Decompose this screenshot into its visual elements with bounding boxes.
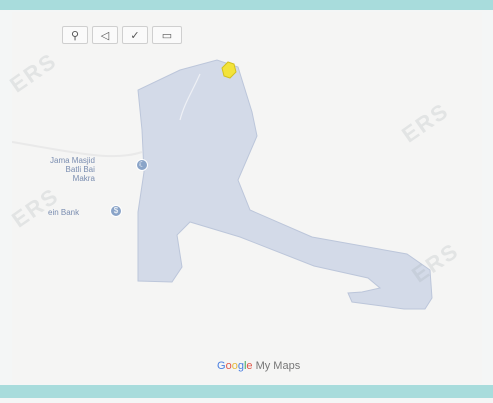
poi-label-line: Makra	[72, 174, 95, 183]
ruler-tool-button[interactable]: ▭	[152, 26, 182, 44]
map-toolbar: ⚲ ◁ ✓ ▭	[62, 26, 182, 44]
poi-label-jama-masjid[interactable]: Jama Masjid Batli Bai Makra	[50, 156, 95, 183]
bank-poi-icon[interactable]: $	[110, 205, 122, 217]
line-tool-button[interactable]: ◁	[92, 26, 118, 44]
poi-label-line: Jama Masjid	[50, 156, 95, 165]
logo-suffix: My Maps	[255, 360, 301, 372]
polygon-draw-icon: ◁	[100, 29, 110, 42]
google-my-maps-logo: Google My Maps	[217, 360, 300, 372]
poi-label-line: Batli Bai	[65, 165, 95, 174]
bottom-accent-bar	[0, 385, 493, 398]
ruler-icon: ▭	[161, 29, 173, 42]
check-measure-icon: ✓	[130, 29, 140, 42]
map-svg	[12, 59, 433, 310]
top-accent-bar	[0, 0, 493, 10]
location-pin-icon: ⚲	[70, 29, 80, 42]
measure-tool-button[interactable]: ✓	[122, 26, 148, 44]
logo-letter: G	[217, 360, 226, 372]
logo-letter: e	[246, 360, 253, 372]
highlighted-area	[137, 59, 433, 310]
mosque-poi-icon[interactable]: ☾	[136, 159, 148, 171]
marker-tool-button[interactable]: ⚲	[62, 26, 88, 44]
map-canvas[interactable]: ⚲ ◁ ✓ ▭ Jama Masjid Batli Bai Makra ☾ ein B…	[12, 12, 482, 384]
